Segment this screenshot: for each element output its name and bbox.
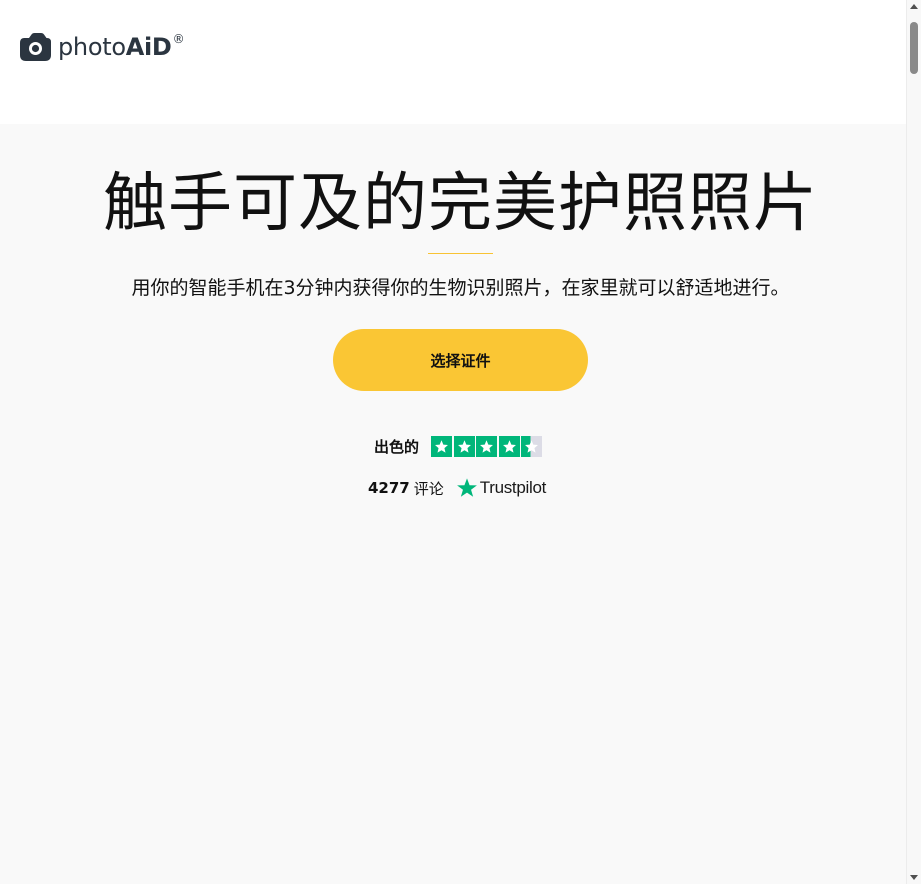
scrollbar-thumb[interactable] — [910, 22, 918, 74]
star-icon — [453, 435, 475, 457]
review-count: 4277 — [368, 479, 410, 497]
logo-text-bold: AiD — [125, 33, 172, 61]
vertical-scrollbar[interactable] — [906, 0, 921, 884]
registered-mark: ® — [172, 32, 185, 46]
title-divider — [428, 253, 493, 254]
trustpilot-wordmark: Trustpilot — [479, 478, 547, 497]
camera-icon — [20, 33, 51, 61]
page: photoAiD® 触手可及的完美护照照片 用你的智能手机在3分钟内获得你的生物… — [0, 0, 921, 884]
hero-title: 触手可及的完美护照照片 — [103, 167, 818, 241]
star-icon — [431, 435, 453, 457]
trustpilot-star-icon — [456, 478, 477, 497]
logo-text-light: photo — [58, 33, 126, 61]
rating-stars — [431, 435, 544, 457]
reviews-summary[interactable]: 4277 评论 Trustpilot — [368, 475, 546, 501]
half-star-icon — [521, 435, 543, 457]
choose-document-button[interactable]: 选择证件 — [333, 329, 588, 391]
rating-label: 出色的 — [374, 437, 420, 456]
star-icon — [476, 435, 498, 457]
trustpilot-rating[interactable]: 出色的 — [374, 434, 544, 458]
hero-section: 触手可及的完美护照照片 用你的智能手机在3分钟内获得你的生物识别照片，在家里就可… — [0, 124, 906, 884]
scroll-down-arrow-icon[interactable] — [910, 875, 918, 880]
star-icon — [498, 435, 520, 457]
hero-subtitle: 用你的智能手机在3分钟内获得你的生物识别照片，在家里就可以舒适地进行。 — [131, 277, 790, 299]
site-header: photoAiD® — [0, 0, 906, 124]
photoaid-logo[interactable]: photoAiD® — [18, 31, 185, 63]
review-word: 评论 — [413, 479, 444, 498]
logo-wordmark: photoAiD® — [58, 31, 185, 63]
trustpilot-logo[interactable]: Trustpilot — [456, 477, 546, 499]
scroll-up-arrow-icon[interactable] — [910, 4, 918, 9]
